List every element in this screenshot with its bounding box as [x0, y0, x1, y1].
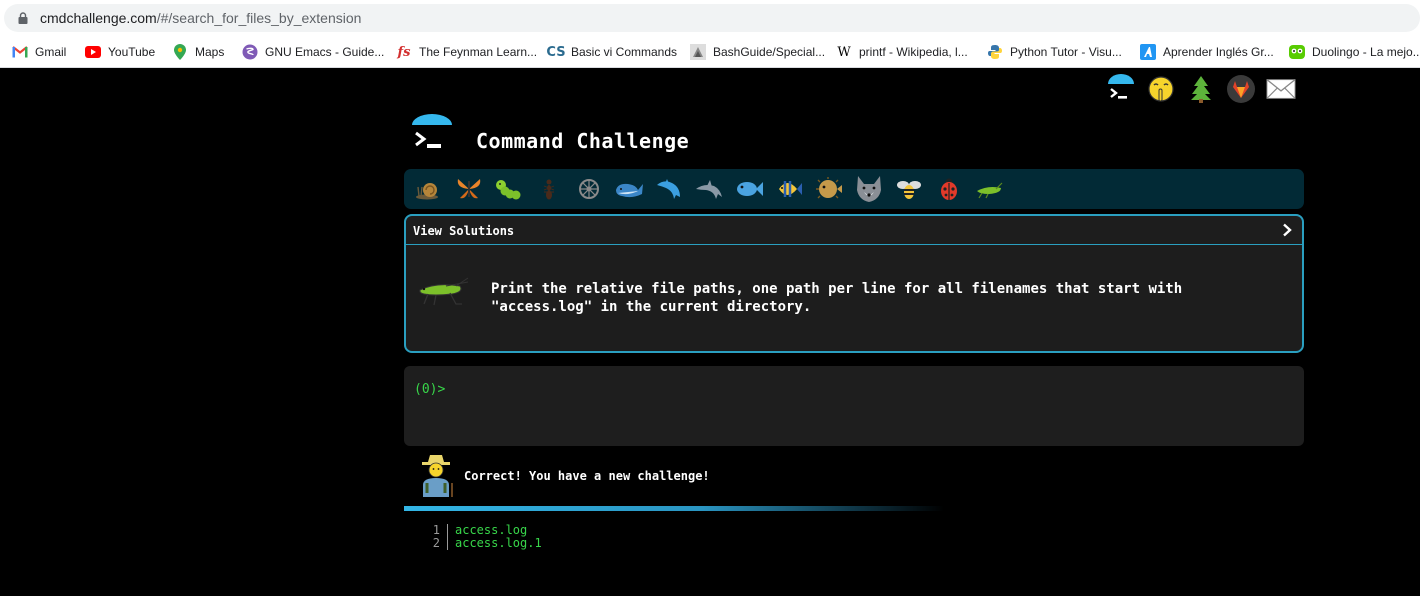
terminal-input[interactable]: (0)> [404, 366, 1304, 446]
tropical-fish-icon [779, 181, 802, 197]
url-field[interactable]: cmdchallenge.com/#/search_for_files_by_e… [4, 4, 1420, 32]
cricket-icon [977, 182, 1003, 199]
bookmark-youtube[interactable]: YouTube [85, 43, 155, 61]
command-challenge-logo[interactable] [410, 113, 456, 159]
youtube-icon [85, 44, 101, 60]
feedback-message: Correct! You have a new challenge! [464, 469, 710, 483]
duolingo-icon [1289, 44, 1305, 60]
level-dolphin-gray[interactable] [692, 173, 726, 205]
level-snail[interactable] [412, 173, 446, 205]
dolphin-gray-icon [696, 180, 722, 199]
url-path: /#/search_for_files_by_extension [156, 10, 362, 26]
level-fish[interactable] [732, 173, 766, 205]
ladybug-icon [941, 178, 957, 200]
url-text: cmdchallenge.com/#/search_for_files_by_e… [40, 10, 361, 26]
bookmark-label: BashGuide/Special... [713, 45, 826, 59]
bookmark-label: Python Tutor - Visu... [1010, 45, 1122, 59]
level-butterfly[interactable] [452, 173, 486, 205]
level-bee[interactable] [892, 173, 926, 205]
bookmark-label: GNU Emacs - Guide... [265, 45, 385, 59]
lock-icon [18, 12, 28, 24]
bookmark-python-tutor[interactable]: Python Tutor - Visu... [987, 43, 1122, 61]
tree-icon[interactable] [1186, 73, 1216, 105]
dolphin-icon [657, 179, 680, 199]
challenge-description-line: Print the relative file paths, one path … [491, 281, 1183, 297]
level-caterpillar[interactable] [492, 173, 526, 205]
level-whale[interactable] [612, 173, 646, 205]
gitlab-icon[interactable] [1226, 73, 1256, 105]
level-ladybug[interactable] [932, 173, 966, 205]
view-solutions-toggle[interactable]: View Solutions [406, 216, 1302, 245]
bookmark-duolingo[interactable]: Duolingo - La mejo... [1289, 43, 1420, 61]
level-cricket[interactable] [972, 173, 1006, 205]
butterfly-icon [457, 179, 481, 199]
whale-icon [616, 183, 643, 198]
page-content: Command Challenge View Solutions Print t… [0, 69, 1420, 596]
top-icon-row [1106, 73, 1296, 105]
brand: Command Challenge [410, 113, 730, 157]
bookmarks-bar: Gmail YouTube Maps GNU Emacs - Guide... … [0, 36, 1420, 68]
level-dolphin[interactable] [652, 173, 686, 205]
bookmark-label: YouTube [108, 45, 156, 59]
bookmark-bashguide[interactable]: BashGuide/Special... [690, 43, 825, 61]
view-solutions-label: View Solutions [413, 224, 515, 238]
progress-bar [404, 506, 944, 511]
challenge-card: View Solutions Print the relative file p… [404, 214, 1304, 353]
output-line: 2 access.log.1 [430, 537, 542, 550]
bookmark-label: Basic vi Commands [571, 45, 678, 59]
aprender-icon [1140, 44, 1156, 60]
line-number: 2 [430, 537, 448, 550]
bookmark-label: Gmail [35, 45, 67, 59]
wolf-icon [857, 176, 881, 202]
bookmark-basic-vi[interactable]: CS Basic vi Commands [546, 43, 678, 61]
bookmark-aprender[interactable]: Aprender Inglés Gr... [1140, 43, 1274, 61]
terminal-icon[interactable] [1106, 73, 1136, 105]
bookmark-gmail[interactable]: Gmail [12, 43, 66, 61]
level-blowfish[interactable] [812, 173, 846, 205]
mail-icon[interactable] [1266, 73, 1296, 105]
wikipedia-icon: W [837, 44, 851, 60]
output-text: access.log.1 [455, 536, 542, 550]
maps-icon [172, 44, 188, 60]
gmail-icon [12, 44, 28, 60]
page-title: Command Challenge [476, 129, 690, 153]
level-tropical-fish[interactable] [772, 173, 806, 205]
cs-icon: CS [546, 44, 566, 60]
terminal-prompt: (0)> [414, 382, 446, 397]
cricket-icon [419, 277, 469, 306]
level-wolf[interactable] [852, 173, 886, 205]
bee-icon [897, 181, 921, 199]
command-output: 1 access.log 2 access.log.1 [430, 524, 542, 550]
feynman-icon: fs [397, 44, 411, 60]
snail-icon [416, 183, 438, 200]
fish-icon [737, 182, 763, 196]
chevron-right-icon[interactable] [1281, 223, 1293, 237]
bookmark-label: Aprender Inglés Gr... [1163, 45, 1274, 59]
browser-address-bar: cmdchallenge.com/#/search_for_files_by_e… [0, 0, 1420, 36]
bookmark-label: The Feynman Learn... [419, 45, 538, 59]
bookmark-label: Maps [195, 45, 225, 59]
challenge-description-line: "access.log" in the current directory. [491, 299, 812, 315]
farmer-icon [422, 455, 453, 497]
caterpillar-icon [496, 180, 521, 200]
level-wheel[interactable] [572, 173, 606, 205]
level-bar [404, 169, 1304, 209]
emacs-icon [242, 44, 258, 60]
bookmark-emacs[interactable]: GNU Emacs - Guide... [242, 43, 384, 61]
feedback: Correct! You have a new challenge! [416, 453, 916, 497]
blowfish-icon [816, 177, 842, 199]
challenge-description: Print the relative file paths, one path … [491, 280, 1251, 316]
bookmark-label: Duolingo - La mejo... [1312, 45, 1420, 59]
level-ant[interactable] [532, 173, 566, 205]
bookmark-maps[interactable]: Maps [172, 43, 224, 61]
ant-icon [543, 179, 555, 200]
python-icon [987, 44, 1003, 60]
bashguide-icon [690, 44, 706, 60]
bookmark-feynman[interactable]: fs The Feynman Learn... [396, 43, 538, 61]
shushing-face-icon[interactable] [1146, 73, 1176, 105]
bookmark-label: printf - Wikipedia, l... [859, 45, 968, 59]
wheel-icon [579, 179, 599, 199]
bookmark-printf[interactable]: W printf - Wikipedia, l... [836, 43, 968, 61]
url-host: cmdchallenge.com [40, 10, 157, 26]
